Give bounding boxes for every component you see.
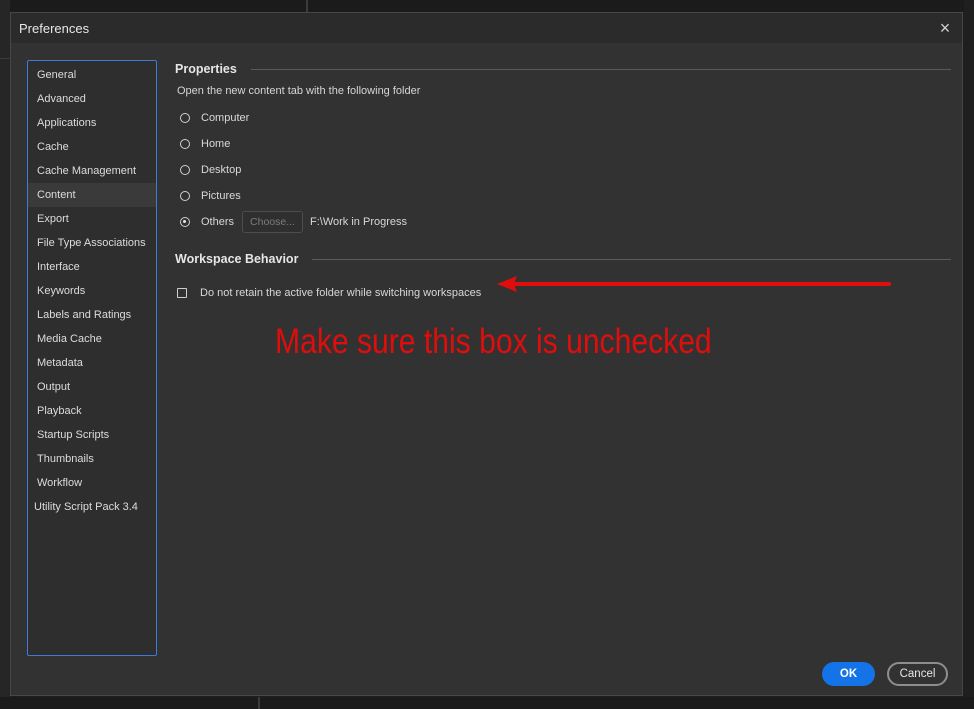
radio-pictures-label: Pictures bbox=[201, 190, 241, 202]
sidebar-item-cache-management[interactable]: Cache Management bbox=[28, 159, 156, 183]
retain-folder-label: Do not retain the active folder while sw… bbox=[200, 287, 482, 299]
folder-path: F:\Work in Progress bbox=[310, 216, 408, 228]
close-icon[interactable]: × bbox=[934, 17, 956, 39]
sidebar-item-content[interactable]: Content bbox=[28, 183, 156, 207]
sidebar-item-general[interactable]: General bbox=[28, 63, 156, 87]
sidebar-item-output[interactable]: Output bbox=[28, 375, 156, 399]
dialog-title: Preferences bbox=[19, 21, 90, 36]
radio-computer[interactable] bbox=[180, 113, 190, 123]
radio-desktop-label: Desktop bbox=[201, 164, 242, 176]
sidebar-item-cache[interactable]: Cache bbox=[28, 135, 156, 159]
annotation-arrow-icon bbox=[497, 276, 891, 292]
radio-others[interactable] bbox=[180, 217, 190, 227]
option-computer[interactable]: Computer bbox=[180, 109, 249, 127]
sidebar-item-utility-script-pack[interactable]: Utility Script Pack 3.4 bbox=[28, 495, 156, 519]
option-desktop[interactable]: Desktop bbox=[180, 161, 241, 179]
ok-button[interactable]: OK bbox=[822, 662, 875, 686]
radio-home-label: Home bbox=[201, 138, 231, 150]
background-app-right bbox=[964, 0, 974, 709]
sidebar-item-thumbnails[interactable]: Thumbnails bbox=[28, 447, 156, 471]
background-app-left bbox=[0, 0, 10, 709]
sidebar-item-startup-scripts[interactable]: Startup Scripts bbox=[28, 423, 156, 447]
option-retain-folder[interactable]: Do not retain the active folder while sw… bbox=[177, 287, 481, 299]
sidebar-item-file-type-associations[interactable]: File Type Associations bbox=[28, 231, 156, 255]
option-others[interactable]: Others Choose... F:\Work in Progress bbox=[180, 210, 407, 234]
properties-heading: Properties bbox=[175, 62, 237, 76]
retain-folder-checkbox[interactable] bbox=[177, 288, 187, 298]
properties-divider bbox=[251, 69, 951, 70]
option-home[interactable]: Home bbox=[180, 135, 230, 153]
sidebar-item-export[interactable]: Export bbox=[28, 207, 156, 231]
properties-subtitle: Open the new content tab with the follow… bbox=[177, 85, 421, 97]
cancel-button[interactable]: Cancel bbox=[887, 662, 948, 686]
radio-pictures[interactable] bbox=[180, 191, 190, 201]
choose-folder-button[interactable]: Choose... bbox=[242, 211, 304, 233]
radio-computer-label: Computer bbox=[201, 112, 250, 124]
radio-home[interactable] bbox=[180, 139, 190, 149]
background-app-top bbox=[0, 0, 974, 12]
sidebar-item-metadata[interactable]: Metadata bbox=[28, 351, 156, 375]
sidebar-item-media-cache[interactable]: Media Cache bbox=[28, 327, 156, 351]
sidebar-item-advanced[interactable]: Advanced bbox=[28, 87, 156, 111]
sidebar-item-workflow[interactable]: Workflow bbox=[28, 471, 156, 495]
dialog-titlebar: Preferences × bbox=[11, 13, 962, 43]
workspace-heading: Workspace Behavior bbox=[175, 252, 299, 266]
sidebar-item-applications[interactable]: Applications bbox=[28, 111, 156, 135]
sidebar-item-playback[interactable]: Playback bbox=[28, 399, 156, 423]
option-pictures[interactable]: Pictures bbox=[180, 187, 241, 205]
radio-desktop[interactable] bbox=[180, 165, 190, 175]
sidebar-item-labels-and-ratings[interactable]: Labels and Ratings bbox=[28, 303, 156, 327]
annotation-text: Make sure this box is unchecked bbox=[275, 322, 712, 361]
background-app-bottom bbox=[0, 697, 974, 709]
workspace-divider bbox=[312, 259, 951, 260]
sidebar-item-interface[interactable]: Interface bbox=[28, 255, 156, 279]
sidebar-item-keywords[interactable]: Keywords bbox=[28, 279, 156, 303]
preferences-sidebar: General Advanced Applications Cache Cach… bbox=[27, 60, 157, 656]
radio-others-label: Others bbox=[201, 216, 235, 228]
